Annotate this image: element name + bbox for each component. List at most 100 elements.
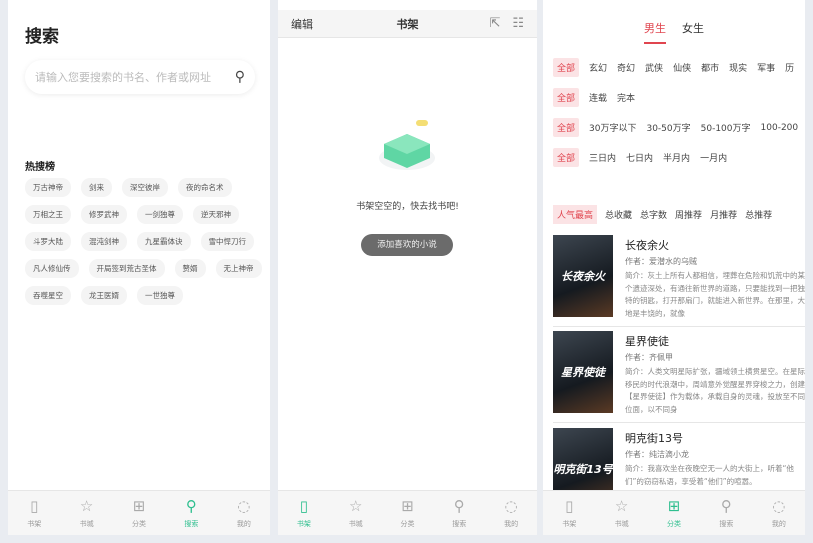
sort-option[interactable]: 总推荐: [745, 208, 772, 221]
hot-search-tag[interactable]: 龙王医婿: [81, 286, 127, 305]
filter-option[interactable]: 玄幻: [589, 61, 607, 74]
profile-icon: ◌: [772, 497, 786, 515]
hot-search-tag[interactable]: 斗罗大陆: [25, 232, 71, 251]
hot-search-tag[interactable]: 一世独尊: [137, 286, 183, 305]
filter-row: 全部 连载 完本: [553, 88, 635, 107]
search-input[interactable]: 请输入您要搜索的书名、作者或网址 ⚲: [25, 60, 255, 94]
nav-label: 我的: [771, 520, 786, 528]
filter-option[interactable]: 全部: [553, 88, 580, 107]
edit-button[interactable]: 编辑: [291, 16, 313, 32]
add-novel-button[interactable]: 添加喜欢的小说: [361, 234, 453, 256]
nav-item-1[interactable]: ☆ 书城: [595, 491, 647, 535]
filter-option[interactable]: 三日内: [589, 151, 616, 164]
list-view-icon[interactable]: ☷: [512, 16, 524, 31]
nav-item-0[interactable]: ▯ 书架: [543, 491, 595, 535]
book-list-item[interactable]: 长夜余火 长夜余火 作者：爱潜水的乌贼 简介：灰土上所有人都相信，埋葬在危险和饥荒中的…: [553, 235, 805, 327]
book-list-item[interactable]: 星界使徒 星界使徒 作者：齐佩甲 简介：人类文明星际扩张，疆域领土横贯星空。在星际移民…: [553, 331, 805, 423]
hot-search-tag[interactable]: 雪中悍刀行: [200, 232, 254, 251]
hot-search-tag[interactable]: 凡人修仙传: [25, 259, 79, 278]
filter-option[interactable]: 100-200: [761, 123, 799, 133]
hot-search-tag[interactable]: 开局签到荒古圣体: [88, 259, 165, 278]
hot-search-tag[interactable]: 夜的命名术: [178, 178, 232, 197]
empty-box-illustration: [379, 120, 435, 170]
star-icon: ☆: [348, 497, 363, 515]
filter-option[interactable]: 历: [785, 61, 794, 74]
filter-option[interactable]: 连载: [589, 91, 607, 104]
filter-option[interactable]: 30-50万字: [646, 121, 690, 134]
sort-option[interactable]: 周推荐: [675, 208, 702, 221]
hot-search-tag[interactable]: 逆天邪神: [193, 205, 239, 224]
filter-option[interactable]: 全部: [553, 118, 580, 137]
nav-label: 书架: [562, 520, 577, 528]
hot-search-tag[interactable]: 吞噬星空: [25, 286, 71, 305]
bottom-nav: ▯ 书架 ☆ 书城 ⊞ 分类 ⚲ 搜索 ◌ 我的: [278, 490, 537, 535]
book-title: 长夜余火: [625, 239, 669, 252]
filter-option[interactable]: 半月内: [663, 151, 690, 164]
filter-option[interactable]: 都市: [701, 61, 719, 74]
page-title: 搜索: [25, 27, 59, 47]
filter-option[interactable]: 全部: [553, 148, 580, 167]
filter-option[interactable]: 50-100万字: [701, 121, 751, 134]
nav-label: 我的: [504, 520, 519, 528]
hot-search-tag[interactable]: 万古神帝: [25, 178, 71, 197]
search-icon: ⚲: [453, 497, 465, 515]
category-screen: 男生 女生 全部 玄幻 奇幻 武侠 仙侠 都市 现实 军事历全部 连载 完本 全部 30万字以下 30-…: [543, 0, 805, 535]
profile-icon: ◌: [237, 497, 251, 515]
grid-icon: ⊞: [667, 497, 681, 515]
filter-option[interactable]: 30万字以下: [589, 121, 636, 134]
filter-option[interactable]: 仙侠: [673, 61, 691, 74]
nav-label: 书架: [27, 520, 42, 528]
hot-search-tag[interactable]: 混沌剑神: [81, 232, 127, 251]
hot-search-tag[interactable]: 九星霸体诀: [137, 232, 191, 251]
sort-option[interactable]: 总字数: [640, 208, 667, 221]
sort-options: 人气最高 总收藏 总字数 周推荐 月推荐 总推荐: [553, 205, 772, 224]
hot-search-tag[interactable]: 深空彼岸: [122, 178, 168, 197]
filter-option[interactable]: 军事: [757, 61, 775, 74]
nav-item-4[interactable]: ◌ 我的: [753, 491, 805, 535]
empty-message: 书架空空的，快去找书吧!: [356, 202, 459, 212]
sort-option[interactable]: 月推荐: [710, 208, 737, 221]
tab-female[interactable]: 女生: [682, 20, 704, 44]
nav-item-3[interactable]: ⚲ 搜索: [165, 491, 217, 535]
search-placeholder: 请输入您要搜索的书名、作者或网址: [35, 71, 211, 84]
filter-option[interactable]: 武侠: [645, 61, 663, 74]
nav-item-4[interactable]: ◌ 我的: [218, 491, 270, 535]
nav-item-4[interactable]: ◌ 我的: [485, 491, 537, 535]
filter-option[interactable]: 完本: [617, 91, 635, 104]
nav-item-1[interactable]: ☆ 书城: [330, 491, 382, 535]
gender-tabs: 男生 女生: [543, 20, 805, 44]
sort-option[interactable]: 人气最高: [553, 205, 598, 224]
nav-item-2[interactable]: ⊞ 分类: [382, 491, 434, 535]
star-icon: ☆: [79, 497, 94, 515]
nav-item-3[interactable]: ⚲ 搜索: [433, 491, 485, 535]
filter-option[interactable]: 奇幻: [617, 61, 635, 74]
nav-label: 搜索: [184, 520, 199, 528]
filter-option[interactable]: 七日内: [626, 151, 653, 164]
nav-label: 分类: [132, 520, 147, 528]
search-icon: ⚲: [720, 497, 732, 515]
hot-search-tag[interactable]: 赘婿: [174, 259, 206, 278]
book-author: 作者：纯洁滴小龙: [625, 450, 689, 459]
filter-row: 全部 30万字以下 30-50万字 50-100万字 100-200: [553, 118, 798, 137]
search-screen: 搜索 请输入您要搜索的书名、作者或网址 ⚲ 热搜榜 万古神帝 剑来 深空彼岸 夜的命名…: [8, 0, 270, 535]
hot-search-tag[interactable]: 剑来: [81, 178, 112, 197]
filter-row: 全部 三日内 七日内 半月内 一月内: [553, 148, 727, 167]
hot-search-tag[interactable]: 无上神帝: [215, 259, 262, 278]
hot-search-tag[interactable]: 万相之王: [25, 205, 71, 224]
nav-item-1[interactable]: ☆ 书城: [60, 491, 112, 535]
filter-option[interactable]: 一月内: [700, 151, 727, 164]
filter-option[interactable]: 现实: [729, 61, 747, 74]
nav-item-3[interactable]: ⚲ 搜索: [700, 491, 752, 535]
hot-search-tag[interactable]: 一剑独尊: [137, 205, 183, 224]
sort-option[interactable]: 总收藏: [605, 208, 632, 221]
nav-item-0[interactable]: ▯ 书架: [278, 491, 330, 535]
hot-search-tag[interactable]: 修罗武神: [81, 205, 127, 224]
nav-item-0[interactable]: ▯ 书架: [8, 491, 60, 535]
bottom-nav: ▯ 书架 ☆ 书城 ⊞ 分类 ⚲ 搜索 ◌ 我的: [543, 490, 805, 535]
search-icon[interactable]: ⚲: [235, 69, 245, 85]
nav-item-2[interactable]: ⊞ 分类: [648, 491, 700, 535]
tab-male[interactable]: 男生: [644, 20, 666, 44]
filter-option[interactable]: 全部: [553, 58, 580, 77]
share-icon[interactable]: ⇱: [489, 16, 500, 31]
nav-item-2[interactable]: ⊞ 分类: [113, 491, 165, 535]
